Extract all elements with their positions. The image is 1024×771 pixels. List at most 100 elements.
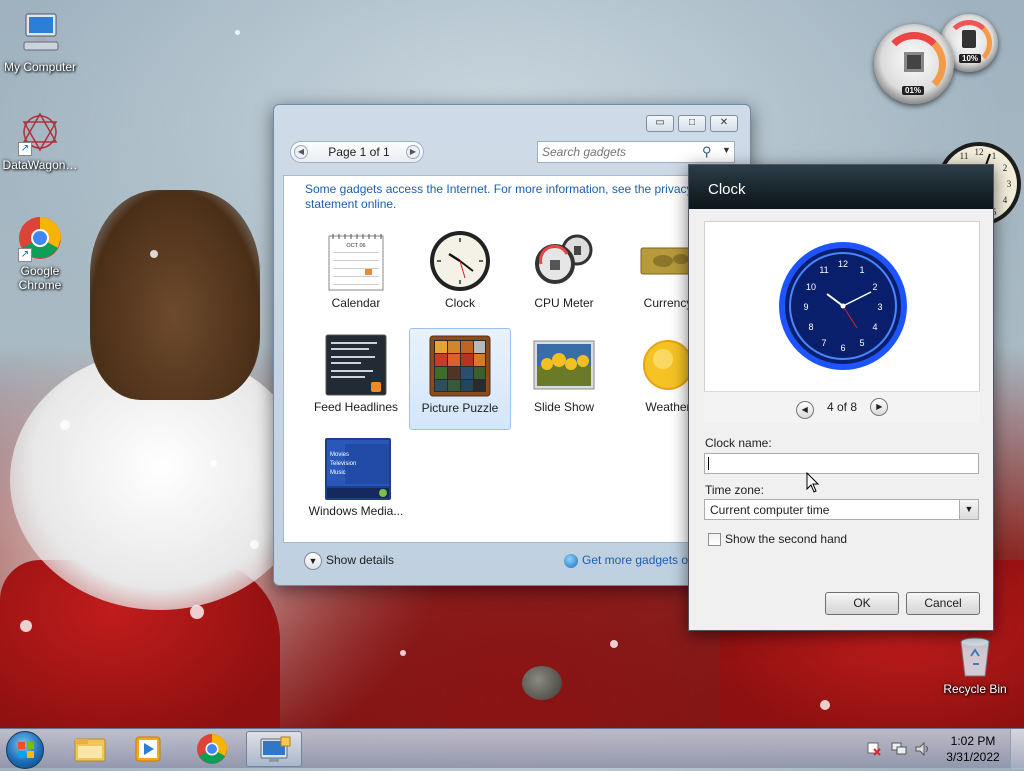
taskbar-file-explorer[interactable] [62, 731, 118, 767]
svg-text:2: 2 [1003, 163, 1008, 173]
dialog-title: Clock [689, 165, 993, 209]
search-icon[interactable]: ⚲ [702, 144, 712, 160]
svg-text:8: 8 [808, 322, 813, 332]
svg-text:3: 3 [877, 302, 882, 312]
clock-name-label: Clock name: [705, 436, 772, 450]
close-button[interactable]: ✕ [710, 115, 738, 132]
time-zone-select[interactable]: Current computer time ▼ [704, 499, 979, 520]
page-navigator: ◀ Page 1 of 1 ▶ [290, 141, 424, 163]
desktop-icon-label: Google Chrome [18, 264, 62, 292]
gadgets-icon [260, 736, 291, 762]
snowflake [610, 640, 618, 648]
chevron-down-icon[interactable]: ▼ [722, 145, 731, 155]
picture-puzzle-icon [429, 335, 491, 397]
datawagon-icon: ↗ [16, 108, 64, 156]
gadget-windows-media-center[interactable]: Movies Television Music Windows Media... [305, 432, 407, 534]
search-box[interactable]: ⚲ ▼ [537, 141, 735, 163]
memory-percent: 10% [959, 54, 982, 63]
clock-settings-dialog[interactable]: Clock 12 3 6 9 1245 7 8 10 11 ◀ 4 of 8 ▶ Clock… [688, 164, 994, 631]
chevron-down-icon[interactable]: ▼ [304, 552, 322, 570]
gadget-calendar[interactable]: OCT 06 Calendar [305, 224, 407, 326]
svg-text:OCT 06: OCT 06 [346, 243, 365, 249]
gadget-gallery-window[interactable]: ▭ □ ✕ ◀ Page 1 of 1 ▶ ⚲ ▼ Some gadgets a… [273, 104, 751, 586]
clock-time: 1:02 PM [950, 734, 996, 748]
gadget-picture-puzzle[interactable]: Picture Puzzle [409, 328, 511, 430]
show-desktop-button[interactable] [1010, 729, 1024, 769]
clock-name-input[interactable] [704, 453, 979, 474]
ok-button[interactable]: OK [825, 592, 899, 615]
svg-text:7: 7 [821, 338, 826, 348]
desktop-icon-recycle-bin[interactable]: Recycle Bin [935, 632, 1015, 696]
neon-clock-icon: 12369 1245 781011 [779, 242, 907, 370]
media-player-icon [135, 736, 161, 762]
second-hand-checkbox[interactable]: Show the second hand [708, 532, 847, 547]
gadget-slide-show[interactable]: Slide Show [513, 328, 615, 430]
shortcut-arrow-icon: ↗ [18, 248, 32, 262]
windows-logo-icon [18, 742, 34, 758]
tray-volume-icon[interactable] [914, 741, 932, 757]
desktop-icon-my-computer[interactable]: My Computer [0, 10, 80, 74]
feed-headlines-icon [325, 334, 387, 396]
svg-text:11: 11 [960, 151, 969, 161]
prev-clock-button[interactable]: ◀ [795, 401, 814, 419]
snowflake [190, 605, 204, 619]
svg-text:4: 4 [1003, 195, 1008, 205]
minimize-button[interactable]: ▭ [646, 115, 674, 132]
show-details-toggle[interactable]: ▼ Show details [304, 552, 394, 570]
page-label: Page 1 of 1 [328, 145, 390, 159]
next-clock-button[interactable]: ▶ [870, 398, 889, 416]
gadget-cpu-meter[interactable]: CPU Meter [513, 224, 615, 326]
svg-text:Music: Music [330, 470, 346, 476]
gadget-list: Some gadgets access the Internet. For mo… [283, 175, 743, 543]
tray-action-center-icon[interactable] [866, 741, 882, 757]
taskbar: 1:02 PM 3/31/2022 [0, 728, 1024, 769]
maximize-button[interactable]: □ [678, 115, 706, 132]
svg-text:12: 12 [975, 147, 984, 157]
snowflake [250, 540, 259, 549]
svg-text:1: 1 [992, 151, 997, 161]
memory-chip-icon [962, 30, 976, 48]
time-zone-label: Time zone: [705, 483, 764, 497]
taskbar-chrome[interactable] [184, 731, 240, 767]
gadget-label: Clock [444, 296, 475, 310]
desktop-icon-label: My Computer [3, 60, 77, 74]
cpu-gauge: 01% [874, 24, 954, 104]
snowflake [20, 620, 32, 632]
prev-page-button[interactable]: ◀ [294, 145, 308, 159]
wallpaper-button [522, 666, 562, 700]
gadget-label: Feed Headlines [313, 400, 399, 414]
snowflake [235, 30, 240, 35]
preview-counter: 4 of 8 [826, 400, 858, 414]
chrome-icon: ↗ [16, 214, 64, 262]
taskbar-gadgets[interactable] [246, 731, 302, 767]
taskbar-clock[interactable]: 1:02 PM 3/31/2022 [938, 733, 1008, 765]
snowflake [150, 250, 158, 258]
snowflake [60, 420, 70, 430]
svg-text:3: 3 [1007, 179, 1012, 189]
next-page-button[interactable]: ▶ [406, 145, 420, 159]
desktop-icon-label: DataWagon… [2, 158, 78, 172]
start-button[interactable] [6, 731, 44, 769]
desktop-icon-google-chrome[interactable]: ↗ Google Chrome [0, 214, 80, 292]
gadget-label: Picture Puzzle [421, 401, 499, 415]
tray-network-icon[interactable] [890, 741, 908, 757]
computer-icon [16, 10, 64, 58]
gadget-clock[interactable]: Clock [409, 224, 511, 326]
privacy-notice[interactable]: Some gadgets access the Internet. For mo… [305, 182, 725, 212]
svg-text:2: 2 [872, 282, 877, 292]
cpu-chip-icon [904, 52, 924, 72]
checkbox-box[interactable] [708, 533, 721, 547]
chevron-down-icon[interactable]: ▼ [959, 500, 978, 519]
svg-text:11: 11 [819, 265, 828, 275]
clock-date: 3/31/2022 [946, 750, 1000, 764]
cancel-button[interactable]: Cancel [906, 592, 980, 615]
mouse-pointer-icon [806, 472, 820, 493]
cpu-meter-gadget[interactable]: 10% 01% [872, 12, 1002, 108]
taskbar-media-player[interactable] [120, 731, 176, 767]
gadget-feed-headlines[interactable]: Feed Headlines [305, 328, 407, 430]
svg-text:Television: Television [330, 461, 356, 467]
search-input[interactable] [540, 143, 696, 161]
desktop-icon-datawagon[interactable]: ↗ DataWagon… [0, 108, 80, 172]
clock-icon [429, 230, 491, 292]
svg-text:4: 4 [872, 322, 877, 332]
